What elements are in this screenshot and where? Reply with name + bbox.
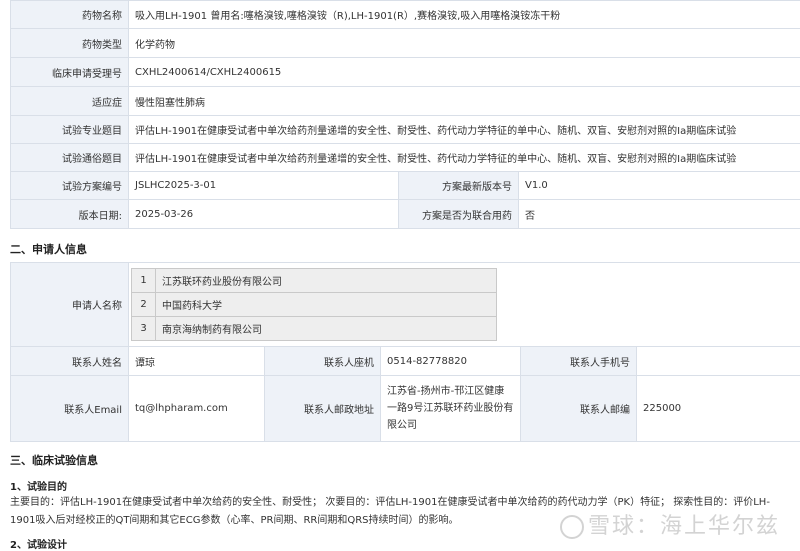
contact-name-value: 谭琼: [128, 346, 265, 376]
applicant-index: 1: [131, 268, 156, 293]
table-row: 药物类型 化学药物: [10, 28, 800, 58]
latest-version-label: 方案最新版本号: [398, 171, 519, 200]
table-row: 试验通俗题目 评估LH-1901在健康受试者中单次给药剂量递增的安全性、耐受性、…: [10, 143, 800, 172]
professional-title-label: 试验专业题目: [10, 115, 129, 144]
acceptance-no-label: 临床申请受理号: [10, 57, 129, 87]
table-row: 联系人姓名 谭琼 联系人座机 0514-82778820 联系人手机号: [10, 346, 800, 376]
applicant-name-label: 申请人名称: [10, 262, 129, 347]
list-item: 3 南京海纳制药有限公司: [131, 316, 497, 341]
applicant-name: 中国药科大学: [155, 292, 497, 317]
contact-zip-label: 联系人邮编: [520, 375, 637, 442]
applicant-index: 3: [131, 316, 156, 341]
professional-title-value: 评估LH-1901在健康受试者中单次给药剂量递增的安全性、耐受性、药代动力学特征…: [127, 115, 800, 144]
drug-info-table: 药物名称 吸入用LH-1901 曾用名:噻格溴铵,噻格溴铵（R),LH-1901…: [10, 0, 800, 229]
table-row: 临床申请受理号 CXHL2400614/CXHL2400615: [10, 57, 800, 87]
contact-mobile-label: 联系人手机号: [520, 346, 637, 376]
contact-phone-label: 联系人座机: [264, 346, 381, 376]
version-date-value: 2025-03-26: [128, 199, 399, 229]
drug-name-label: 药物名称: [10, 0, 129, 29]
table-row: 试验专业题目 评估LH-1901在健康受试者中单次给药剂量递增的安全性、耐受性、…: [10, 115, 800, 144]
table-row: 申请人名称 1 江苏联环药业股份有限公司 2 中国药科大学 3 南京海纳制药有限…: [10, 262, 800, 347]
protocol-no-value: JSLHC2025-3-01: [128, 171, 399, 200]
protocol-no-label: 试验方案编号: [10, 171, 129, 200]
applicant-table: 申请人名称 1 江苏联环药业股份有限公司 2 中国药科大学 3 南京海纳制药有限…: [10, 262, 800, 442]
contact-email-label: 联系人Email: [10, 375, 129, 442]
section-clinical-title: 三、临床试验信息: [10, 454, 98, 467]
table-row: 版本日期: 2025-03-26 方案是否为联合用药 否: [10, 199, 800, 229]
applicant-name-cell: 1 江苏联环药业股份有限公司 2 中国药科大学 3 南京海纳制药有限公司: [127, 262, 800, 347]
drug-type-label: 药物类型: [10, 28, 129, 58]
applicant-name: 江苏联环药业股份有限公司: [155, 268, 497, 293]
popular-title-label: 试验通俗题目: [10, 143, 129, 172]
combo-value: 否: [517, 199, 800, 229]
acceptance-no-value: CXHL2400614/CXHL2400615: [127, 57, 800, 87]
applicant-index: 2: [131, 292, 156, 317]
version-date-label: 版本日期:: [10, 199, 129, 229]
combo-label: 方案是否为联合用药: [398, 199, 519, 229]
contact-zip-value: 225000: [635, 375, 800, 442]
snowball-logo-icon: [559, 515, 584, 539]
contact-name-label: 联系人姓名: [10, 346, 129, 376]
list-item: 1 江苏联环药业股份有限公司: [131, 268, 497, 293]
watermark: 雪球：海上华尔兹: [559, 508, 780, 540]
table-row: 联系人Email tq@lhpharam.com 联系人邮政地址 江苏省-扬州市…: [10, 375, 800, 442]
contact-address-label: 联系人邮政地址: [264, 375, 381, 442]
popular-title-value: 评估LH-1901在健康受试者中单次给药剂量递增的安全性、耐受性、药代动力学特征…: [127, 143, 800, 172]
applicant-name: 南京海纳制药有限公司: [155, 316, 497, 341]
drug-type-value: 化学药物: [127, 28, 800, 58]
watermark-text: 雪球：海上华尔兹: [587, 514, 780, 539]
latest-version-value: V1.0: [517, 171, 800, 200]
table-row: 适应症 慢性阻塞性肺病: [10, 86, 800, 116]
drug-name-value: 吸入用LH-1901 曾用名:噻格溴铵,噻格溴铵（R),LH-1901(R）,赛…: [127, 0, 800, 29]
contact-mobile-value: [635, 346, 800, 376]
list-item: 2 中国药科大学: [131, 292, 497, 317]
contact-email-value: tq@lhpharam.com: [128, 375, 265, 442]
purpose-title: 1、试验目的: [10, 482, 67, 493]
table-row: 试验方案编号 JSLHC2025-3-01 方案最新版本号 V1.0: [10, 171, 800, 200]
applicant-list: 1 江苏联环药业股份有限公司 2 中国药科大学 3 南京海纳制药有限公司: [131, 268, 497, 341]
indication-value: 慢性阻塞性肺病: [127, 86, 800, 116]
indication-label: 适应症: [10, 86, 129, 116]
contact-phone-value: 0514-82778820: [380, 346, 521, 376]
section-applicant-title: 二、申请人信息: [10, 243, 87, 256]
table-row: 药物名称 吸入用LH-1901 曾用名:噻格溴铵,噻格溴铵（R),LH-1901…: [10, 0, 800, 29]
contact-address-value: 江苏省-扬州市-邗江区健康一路9号江苏联环药业股份有限公司: [380, 375, 521, 442]
design-title: 2、试验设计: [10, 540, 67, 551]
